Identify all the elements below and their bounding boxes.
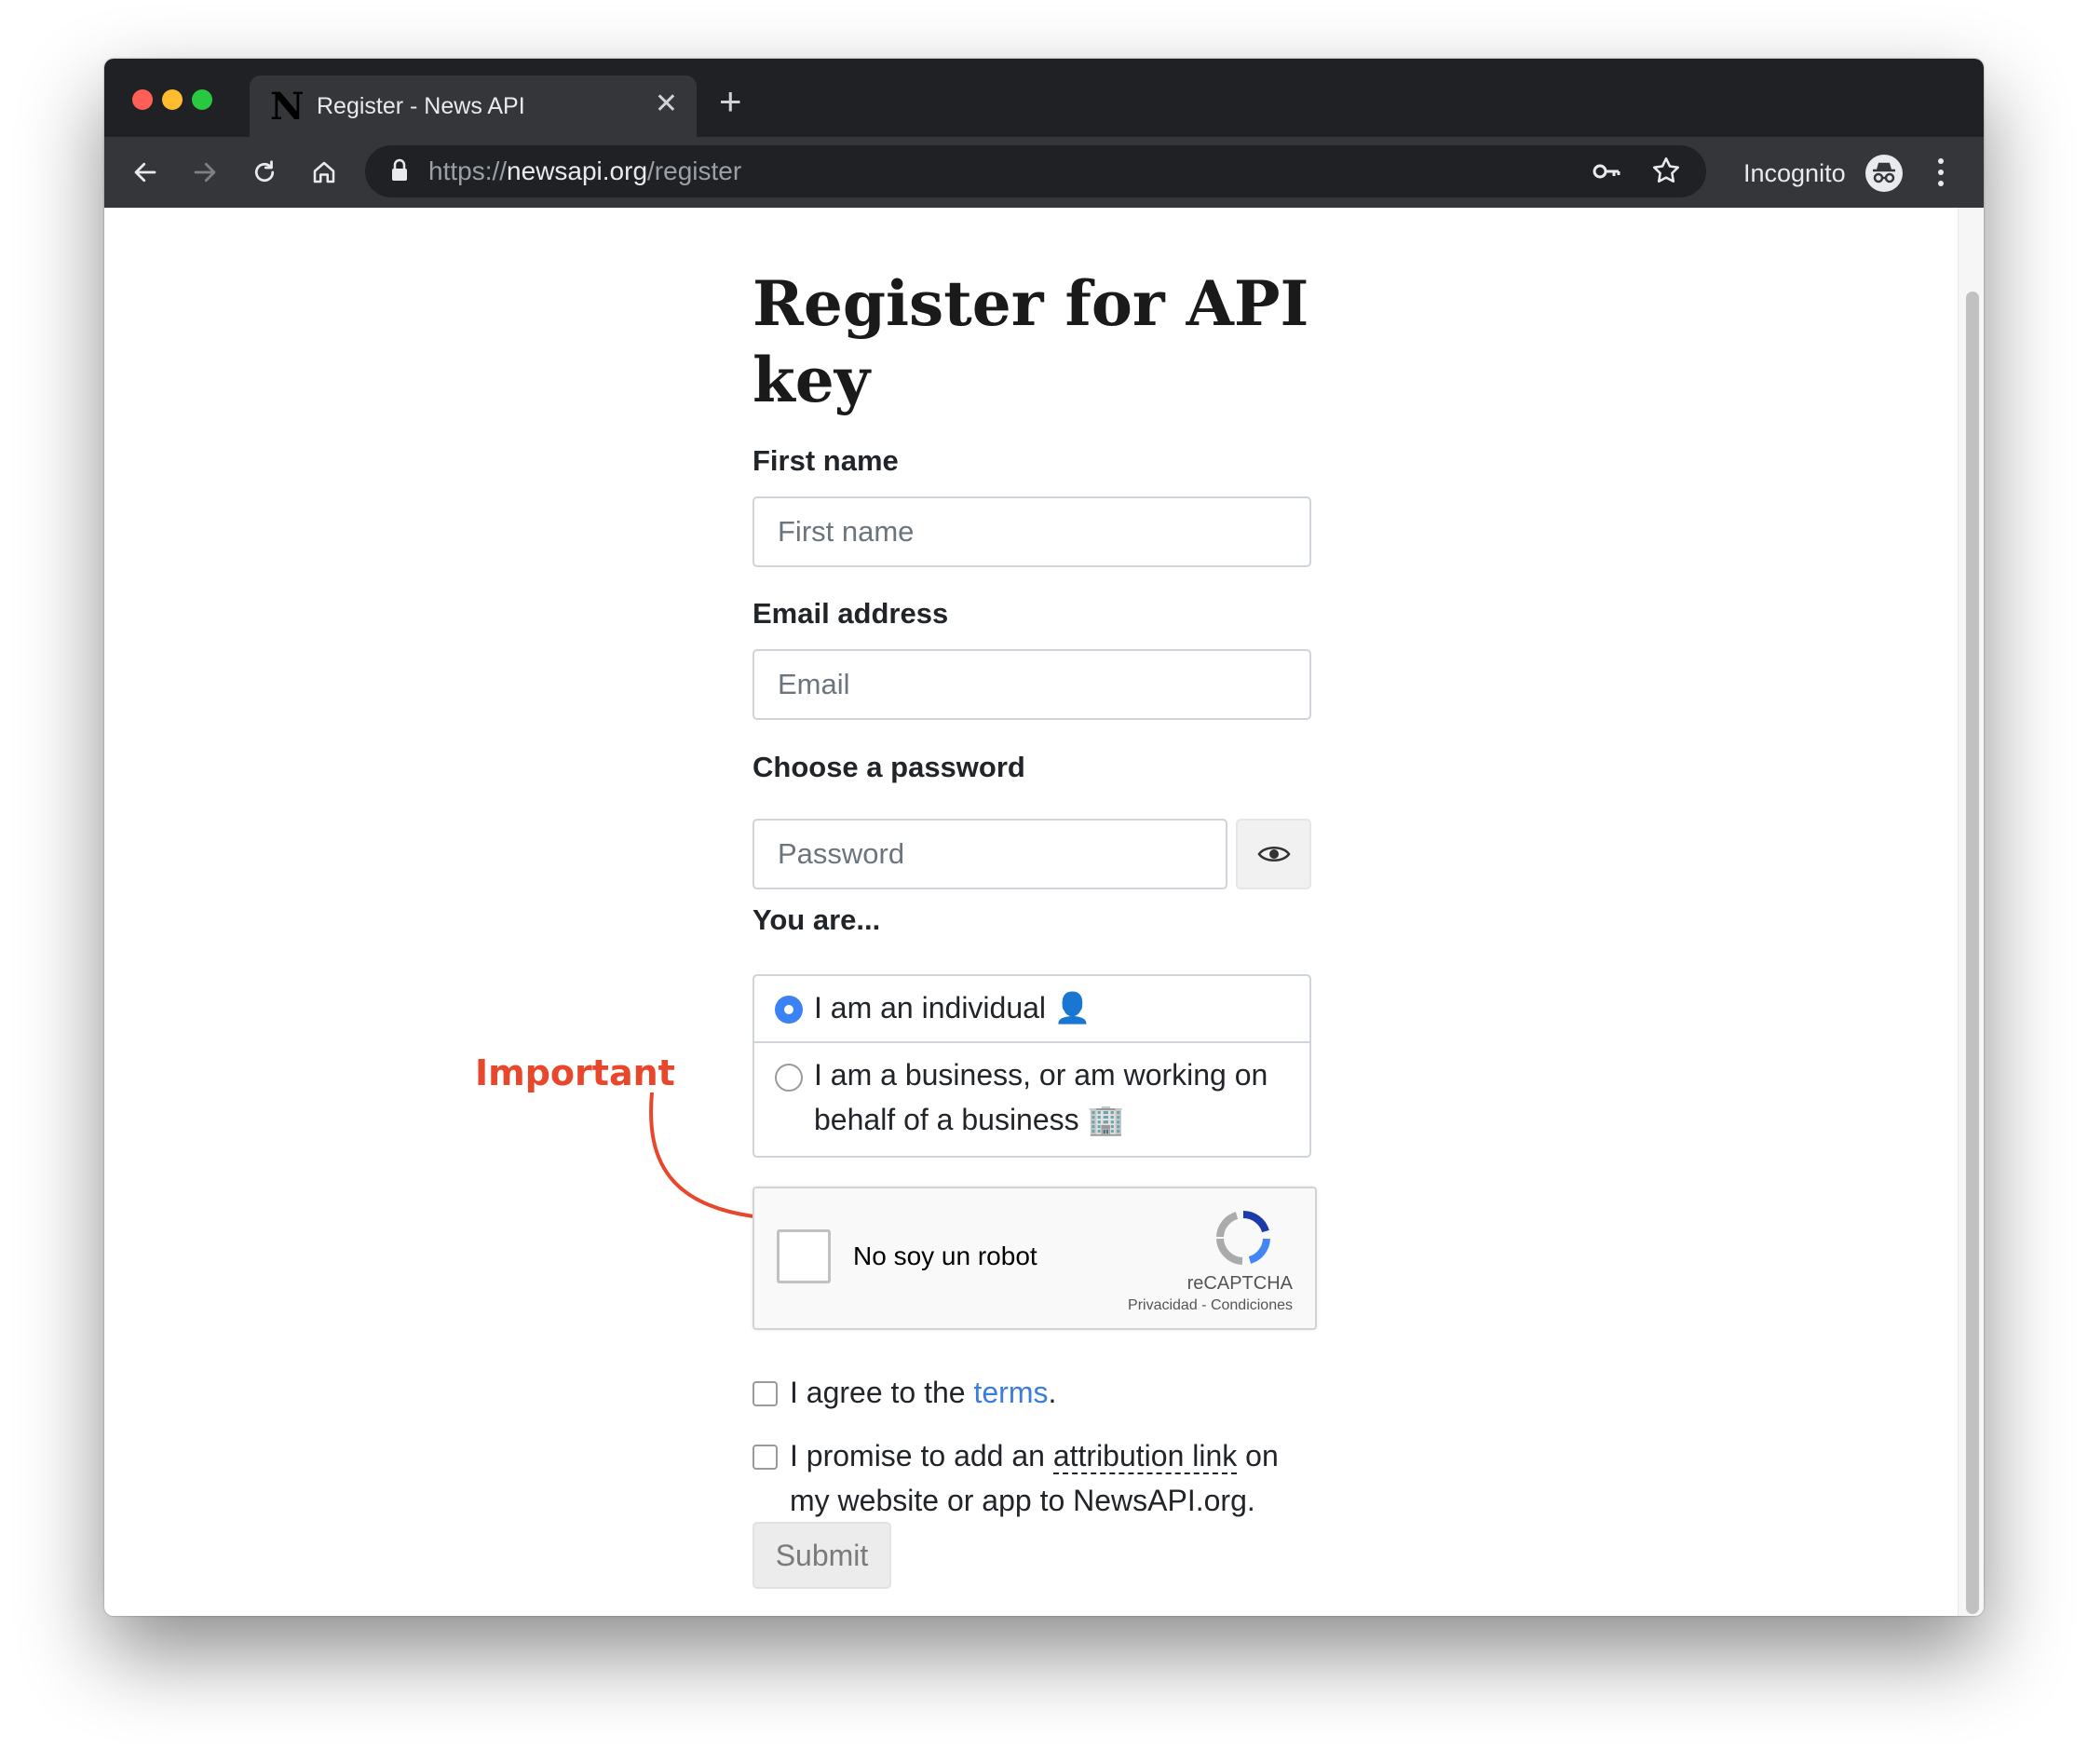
annotation-important: Important	[475, 1052, 675, 1093]
new-tab-button[interactable]: +	[719, 81, 742, 122]
recaptcha-brand: reCAPTCHA	[1186, 1273, 1293, 1294]
lock-icon	[389, 158, 410, 187]
radio-business-label: I am a business, or am working on behalf…	[814, 1052, 1298, 1142]
tab-close-icon[interactable]: ✕	[655, 88, 678, 120]
browser-toolbar: https://newsapi.org/register Incognito	[104, 137, 1984, 208]
show-password-button[interactable]	[1236, 819, 1311, 889]
title-bar: N Register - News API ✕ +	[104, 59, 1984, 137]
radio-option-individual[interactable]: I am an individual 👤	[754, 976, 1309, 1043]
individual-text: I am an individual	[814, 991, 1047, 1024]
agree-terms-checkbox[interactable]	[752, 1381, 778, 1406]
newsapi-favicon-icon: N	[270, 85, 305, 129]
incognito-label: Incognito	[1743, 159, 1846, 187]
browser-window: N Register - News API ✕ + https://newsap…	[104, 59, 1984, 1616]
eye-icon	[1256, 847, 1291, 862]
first-name-input[interactable]	[752, 496, 1311, 567]
first-name-label: First name	[752, 444, 899, 477]
email-label: Email address	[752, 597, 949, 630]
agree-terms-label: I agree to the terms.	[790, 1370, 1056, 1415]
recaptcha-links[interactable]: Privacidad - Condiciones	[1128, 1296, 1293, 1315]
page-content: Important Register for API key First nam…	[104, 208, 1984, 1616]
back-icon[interactable]	[127, 154, 164, 191]
tab-register[interactable]: N Register - News API ✕	[250, 75, 697, 137]
star-icon[interactable]	[1650, 155, 1682, 191]
address-bar[interactable]: https://newsapi.org/register	[365, 145, 1706, 197]
email-input[interactable]	[752, 649, 1311, 720]
business-text: I am a business, or am working on behalf…	[814, 1058, 1268, 1136]
you-are-label: You are...	[752, 903, 881, 936]
minimize-window-button[interactable]	[162, 89, 183, 110]
menu-icon[interactable]	[1935, 156, 1946, 194]
scrollbar-thumb[interactable]	[1966, 292, 1979, 1614]
home-icon[interactable]	[305, 154, 343, 191]
password-label: Choose a password	[752, 751, 1025, 783]
radio-business[interactable]	[775, 1064, 803, 1092]
recaptcha-widget: No soy un robot reCAPTCHA Privacidad - C…	[752, 1187, 1317, 1330]
close-window-button[interactable]	[132, 89, 153, 110]
recaptcha-text: No soy un robot	[853, 1242, 1037, 1270]
url-path: /register	[647, 156, 742, 185]
password-input[interactable]	[752, 819, 1227, 889]
account-type-group: I am an individual 👤 I am a business, or…	[752, 974, 1311, 1158]
maximize-window-button[interactable]	[192, 89, 212, 110]
attribution-prefix: I promise to add an	[790, 1439, 1053, 1472]
url-scheme: https://	[428, 156, 508, 185]
recaptcha-checkbox[interactable]	[777, 1229, 831, 1283]
submit-button[interactable]: Submit	[752, 1522, 891, 1589]
attribution-checkbox[interactable]	[752, 1445, 778, 1470]
url-host: newsapi.org	[507, 156, 648, 185]
terms-suffix: .	[1048, 1376, 1057, 1409]
page-title: Register for API key	[752, 267, 1309, 416]
scrollbar[interactable]	[1958, 208, 1984, 1616]
attribution-link[interactable]: attribution link	[1052, 1439, 1238, 1474]
terms-link[interactable]: terms	[973, 1376, 1048, 1409]
person-icon: 👤	[1053, 991, 1091, 1024]
attribution-label: I promise to add an attribution link on …	[790, 1433, 1311, 1523]
url-text[interactable]: https://newsapi.org/register	[428, 157, 741, 185]
radio-individual[interactable]	[775, 996, 803, 1024]
terms-prefix: I agree to the	[790, 1376, 974, 1409]
radio-individual-label: I am an individual 👤	[814, 985, 1091, 1030]
tab-title: Register - News API	[317, 93, 525, 119]
reload-icon[interactable]	[246, 154, 283, 191]
key-icon[interactable]	[1591, 156, 1622, 191]
recaptcha-logo-icon	[1214, 1209, 1272, 1271]
incognito-icon[interactable]	[1864, 154, 1904, 197]
building-icon: 🏢	[1087, 1103, 1125, 1136]
radio-option-business[interactable]: I am a business, or am working on behalf…	[754, 1043, 1309, 1158]
forward-icon[interactable]	[186, 154, 224, 191]
